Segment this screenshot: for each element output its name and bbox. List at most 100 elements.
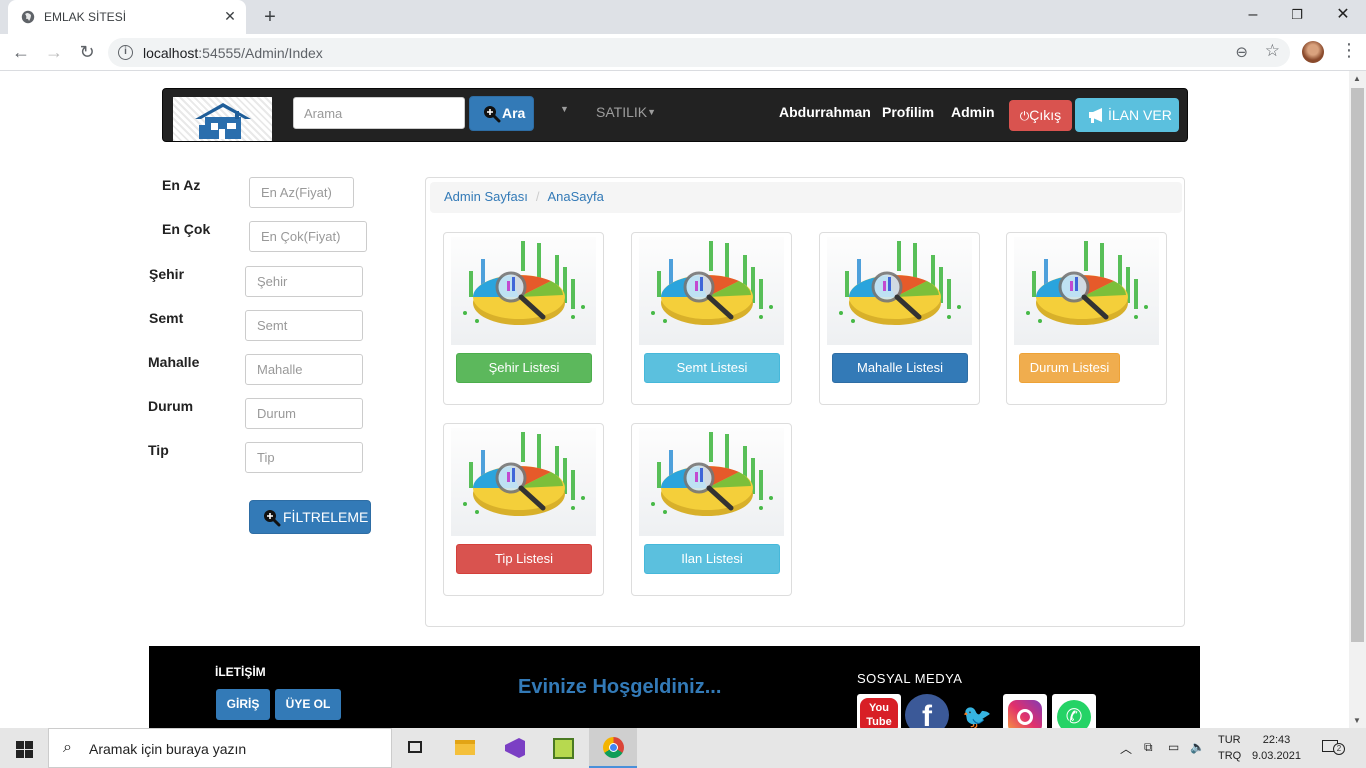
analytics-illustration <box>463 241 585 325</box>
search-button[interactable]: Ara <box>469 96 534 131</box>
app-glyph <box>553 738 574 759</box>
filter-label-neighborhood: Mahalle <box>148 354 200 370</box>
login-button[interactable]: GİRİŞ <box>216 689 270 720</box>
nav-admin-link[interactable]: Admin <box>951 104 995 120</box>
taskbar-search[interactable]: ⌕ Aramak için buraya yazın <box>48 728 392 768</box>
twitter-icon[interactable]: 🐦 <box>955 694 999 728</box>
neighborhood-list-button[interactable]: Mahalle Listesi <box>832 353 968 383</box>
url-path: :54555/Admin/Index <box>198 45 323 61</box>
card-status: Durum Listesi <box>1006 232 1167 405</box>
ilan-list-button[interactable]: Ilan Listesi <box>644 544 780 574</box>
status-list-button[interactable]: Durum Listesi <box>1019 353 1120 383</box>
site-logo[interactable] <box>173 97 272 141</box>
filter-button[interactable]: FİLTRELEME <box>249 500 371 534</box>
filter-label-status: Durum <box>148 398 194 414</box>
chrome-icon[interactable] <box>589 728 637 768</box>
language-top: TUR <box>1218 734 1241 746</box>
info-icon[interactable]: i <box>118 45 133 60</box>
url-text[interactable]: localhost:54555/Admin/Index <box>143 45 323 61</box>
windows-taskbar: ⌕ Aramak için buraya yazın ︿ ⧉ ▭ 🔈 TUR T… <box>0 728 1366 768</box>
search-input[interactable] <box>293 97 465 129</box>
language-indicator[interactable]: TUR TRQ <box>1218 732 1241 764</box>
chrome-glyph <box>603 737 624 758</box>
tray-chevron-icon[interactable]: ︿ <box>1120 740 1132 757</box>
youtube-icon-label: You Tube <box>860 698 898 728</box>
status-input[interactable] <box>245 398 363 429</box>
address-bar[interactable]: i localhost:54555/Admin/Index ⊖ ☆ <box>108 38 1290 67</box>
analytics-illustration <box>1026 241 1148 325</box>
network-icon[interactable]: ⧉ <box>1144 740 1153 755</box>
filter-label-district: Semt <box>149 310 184 326</box>
restore-icon[interactable]: ❐ <box>1274 0 1320 32</box>
facebook-icon[interactable]: f <box>905 694 949 728</box>
filter-label-min: En Az <box>162 177 201 193</box>
file-explorer-icon[interactable] <box>441 728 489 768</box>
minimize-icon[interactable]: – <box>1230 0 1276 32</box>
type-input[interactable] <box>245 442 363 473</box>
district-list-button[interactable]: Semt Listesi <box>644 353 780 383</box>
logout-button[interactable]: ⏻Çıkış <box>1009 100 1072 131</box>
filter-label-city: Şehir <box>149 266 185 282</box>
search-button-label: Ara <box>502 105 526 121</box>
new-tab-icon[interactable]: + <box>259 6 281 28</box>
city-input[interactable] <box>245 266 363 297</box>
profile-avatar[interactable] <box>1302 41 1324 63</box>
visual-studio-icon[interactable] <box>490 728 538 768</box>
min-price-input[interactable] <box>249 177 354 208</box>
app-icon[interactable] <box>539 728 587 768</box>
notification-icon[interactable]: 2 <box>1322 738 1345 756</box>
menu-icon[interactable]: ⋮ <box>1340 40 1358 61</box>
analytics-illustration <box>463 432 585 516</box>
nav-user-link[interactable]: Abdurrahman <box>779 104 871 120</box>
analytics-illustration <box>839 241 961 325</box>
scrollbar-thumb[interactable] <box>1351 88 1364 642</box>
city-list-button[interactable]: Şehir Listesi <box>456 353 592 383</box>
zoom-in-icon <box>264 510 281 527</box>
forward-icon[interactable]: → <box>41 40 67 66</box>
max-price-input[interactable] <box>249 221 367 252</box>
register-button[interactable]: ÜYE OL <box>275 689 341 720</box>
reload-icon[interactable]: ↻ <box>74 40 100 66</box>
battery-icon[interactable]: ▭ <box>1168 740 1179 754</box>
instagram-glyph <box>1008 700 1042 728</box>
breadcrumb: Admin Sayfası / AnaSayfa <box>430 182 1182 213</box>
neighborhood-input[interactable] <box>245 354 363 385</box>
youtube-icon[interactable]: You Tube <box>857 694 901 728</box>
browser-toolbar: ← → ↻ i localhost:54555/Admin/Index ⊖ ☆ <box>0 34 1366 71</box>
nav-profile-link[interactable]: Profilim <box>882 104 934 120</box>
megaphone-icon <box>1089 108 1102 123</box>
contact-title: İLETİŞİM <box>215 665 266 679</box>
url-host: localhost <box>143 45 199 61</box>
breadcrumb-admin[interactable]: Admin Sayfası <box>444 189 528 204</box>
scroll-up-icon[interactable]: ▲ <box>1353 74 1361 83</box>
clock[interactable]: 22:43 9.03.2021 <box>1252 732 1301 764</box>
page-viewport: Ara ▼ SATILIK▼ Abdurrahman Profilim Admi… <box>0 71 1349 728</box>
instagram-lens <box>1017 709 1033 725</box>
instagram-icon[interactable] <box>1003 694 1047 728</box>
language-bottom: TRQ <box>1218 750 1242 762</box>
clock-time: 22:43 <box>1262 734 1291 746</box>
card-ilan: Ilan Listesi <box>631 423 792 596</box>
clock-date: 9.03.2021 <box>1252 750 1301 762</box>
task-view-icon[interactable] <box>392 728 440 768</box>
zoom-icon[interactable]: ⊖ <box>1235 43 1248 61</box>
back-icon[interactable]: ← <box>8 40 34 66</box>
tab-close-icon[interactable]: ✕ <box>222 8 238 24</box>
type-list-button[interactable]: Tip Listesi <box>456 544 592 574</box>
whatsapp-icon[interactable]: ✆ <box>1052 694 1096 728</box>
volume-icon[interactable]: 🔈 <box>1190 740 1205 754</box>
close-window-icon[interactable]: ✕ <box>1320 0 1366 32</box>
card-neighborhood: Mahalle Listesi <box>819 232 980 405</box>
windows-start-icon[interactable] <box>16 741 33 758</box>
district-input[interactable] <box>245 310 363 341</box>
dropdown-caret-icon[interactable]: ▼ <box>560 104 569 114</box>
chart-image <box>1014 237 1159 345</box>
ilan-ver-button[interactable]: İLAN VER <box>1075 98 1179 132</box>
breadcrumb-home[interactable]: AnaSayfa <box>547 189 603 204</box>
bookmark-star-icon[interactable]: ☆ <box>1265 41 1280 61</box>
vs-glyph <box>505 738 525 758</box>
analytics-illustration <box>651 241 773 325</box>
satilik-dropdown[interactable]: SATILIK▼ <box>596 104 656 120</box>
browser-tab[interactable]: EMLAK SİTESİ ✕ <box>8 0 246 34</box>
scroll-down-icon[interactable]: ▼ <box>1353 716 1361 725</box>
